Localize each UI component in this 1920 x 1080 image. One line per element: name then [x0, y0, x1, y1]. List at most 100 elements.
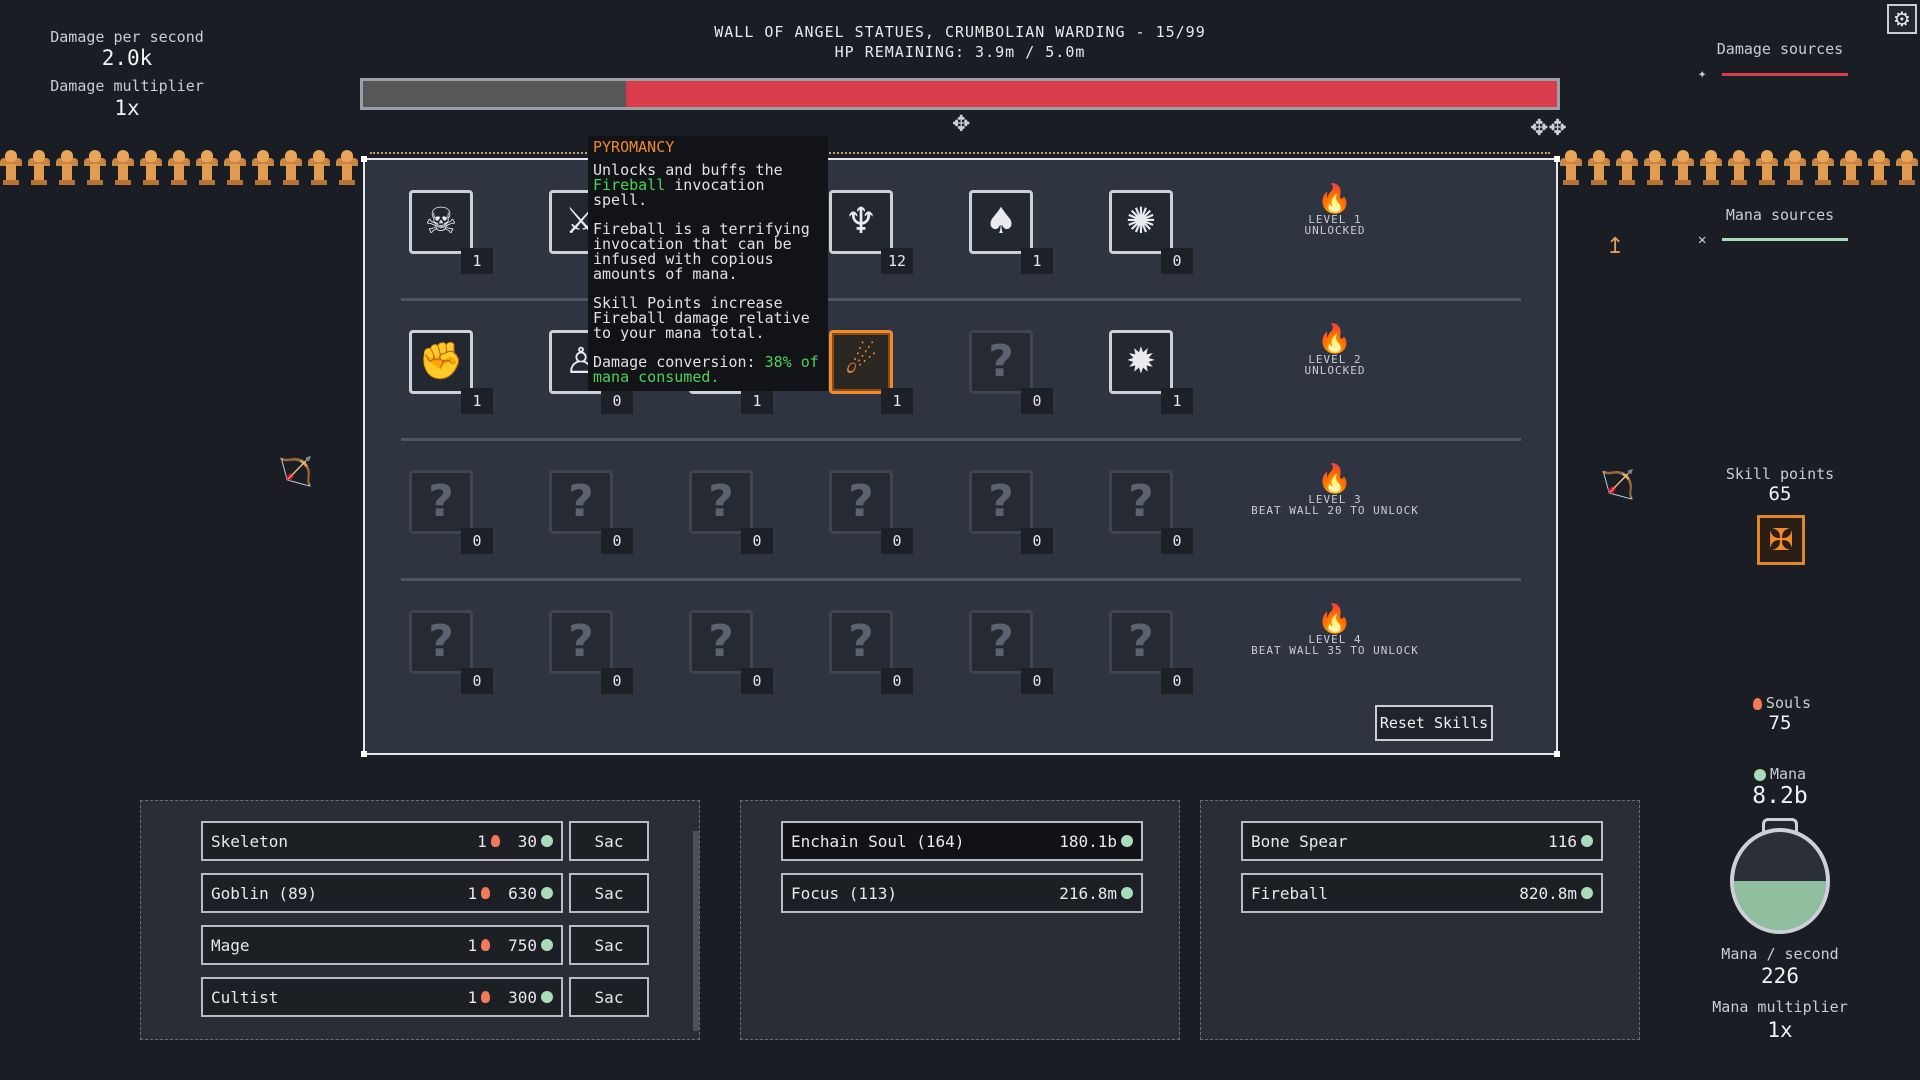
burst-icon: ✹: [1125, 341, 1157, 382]
skill-slot[interactable]: ?: [409, 610, 473, 674]
arrow-icon: ↥: [1606, 234, 1625, 259]
mana-multiplier-value: 1x: [1767, 1018, 1793, 1042]
mana-icon: [1581, 835, 1593, 847]
locked-skill-icon: ?: [568, 476, 594, 527]
ritual-name: Enchain Soul (164): [791, 831, 965, 851]
mana-icon: [1121, 887, 1133, 899]
spell-cost: 820.8m: [1519, 883, 1577, 903]
level-info: 🔥 LEVEL 4 BEAT WALL 35 TO UNLOCK: [1235, 604, 1435, 657]
mana-source-bar: [1722, 238, 1848, 241]
minion-row[interactable]: Mage 1 750: [201, 925, 563, 965]
skill-count: 0: [1021, 528, 1053, 554]
ritual-name: Focus (113): [791, 883, 897, 903]
skill-slot[interactable]: ?: [829, 470, 893, 534]
angel-statue-icon: [1896, 150, 1918, 186]
skill-slot[interactable]: ?: [549, 610, 613, 674]
minion-row[interactable]: Goblin (89) 1 630: [201, 873, 563, 913]
level-info: 🔥 LEVEL 3 BEAT WALL 20 TO UNLOCK: [1235, 464, 1435, 517]
skill-points-value: 65: [1768, 483, 1792, 505]
skill-slot[interactable]: ?: [409, 470, 473, 534]
skill-slot[interactable]: ?: [1109, 470, 1173, 534]
skill-slot[interactable]: ♆: [829, 190, 893, 254]
skill-count: 0: [881, 528, 913, 554]
skill-slot[interactable]: ?: [969, 330, 1033, 394]
skill-slot[interactable]: ♠: [969, 190, 1033, 254]
angel-statue-icon: [1868, 150, 1890, 186]
minion-row[interactable]: Cultist 1 300: [201, 977, 563, 1017]
locked-skill-icon: ?: [988, 476, 1014, 527]
skill-count: 0: [601, 388, 633, 414]
skull-icon: ☠: [424, 201, 458, 242]
angel-statue-icon: [1784, 150, 1806, 186]
sacrifice-button[interactable]: Sac: [569, 821, 649, 861]
skill-slot[interactable]: ☠: [409, 190, 473, 254]
skill-slot[interactable]: ✊: [409, 330, 473, 394]
damage-source-bar: [1722, 73, 1848, 76]
soul-icon: [481, 991, 491, 1003]
minion-name: Cultist: [211, 987, 279, 1007]
dps-value: 2.0k: [101, 46, 153, 70]
skill-slot[interactable]: ?: [549, 470, 613, 534]
fist-icon: ✊: [418, 341, 464, 382]
angel-statue-icon: [1616, 150, 1638, 186]
locked-skill-icon: ?: [568, 616, 594, 667]
tooltip-description: Fireball is a terrifying invocation that…: [593, 220, 810, 283]
soul-icon: [481, 887, 491, 899]
skill-slot[interactable]: ?: [829, 610, 893, 674]
angel-statue-icon: [1700, 150, 1722, 186]
minions-scrollbar[interactable]: [693, 831, 699, 1031]
spell-cost: 116: [1548, 831, 1577, 851]
angel-statue-icon: [1588, 150, 1610, 186]
minion-mana-cost: 750: [508, 935, 537, 955]
skill-slot[interactable]: ✺: [1109, 190, 1173, 254]
skill-count: 12: [881, 248, 913, 274]
sun-icon: ✺: [1125, 201, 1157, 242]
settings-button[interactable]: ⚙: [1887, 4, 1917, 34]
sacrifice-button[interactable]: Sac: [569, 977, 649, 1017]
spell-row[interactable]: Bone Spear 116: [1241, 821, 1603, 861]
locked-skill-icon: ?: [428, 616, 454, 667]
ritual-cost: 180.1b: [1059, 831, 1117, 851]
skill-slot[interactable]: ☄: [829, 330, 893, 394]
ritual-row[interactable]: Focus (113) 216.8m: [781, 873, 1143, 913]
reset-skills-button[interactable]: Reset Skills: [1375, 705, 1493, 741]
ritual-row[interactable]: Enchain Soul (164) 180.1b: [781, 821, 1143, 861]
gear-icon: ⚙: [1893, 7, 1911, 31]
skill-points-label: Skill points: [1725, 465, 1835, 483]
angel-statues-right: [1560, 150, 1920, 190]
minion-mana-cost: 30: [517, 831, 537, 851]
minion-name: Skeleton: [211, 831, 289, 851]
angel-statue-icon: [336, 150, 358, 186]
skill-slot[interactable]: ?: [969, 470, 1033, 534]
spell-row[interactable]: Fireball 820.8m: [1241, 873, 1603, 913]
angel-statue-icon: [1840, 150, 1862, 186]
skill-slot[interactable]: ✹: [1109, 330, 1173, 394]
skill-row-divider: [401, 578, 1521, 581]
tooltip-skill-points-note: Skill Points increase Fireball damage re…: [593, 294, 810, 342]
mana-icon: [541, 887, 553, 899]
spell-name: Fireball: [1251, 883, 1329, 903]
tooltip-conversion: Damage conversion: 38% of mana consumed.: [593, 353, 819, 386]
skill-count: 0: [1161, 528, 1193, 554]
skill-count: 0: [1161, 668, 1193, 694]
skill-row-divider: [401, 438, 1521, 441]
locked-skill-icon: ?: [848, 476, 874, 527]
skill-point-icon[interactable]: ✠: [1757, 515, 1805, 565]
minion-row[interactable]: Skeleton 1 30: [201, 821, 563, 861]
minion-soul-cost: 1: [467, 935, 478, 955]
level-status: UNLOCKED: [1304, 224, 1366, 237]
wall-marker-icon: ✥: [952, 112, 971, 137]
level-info: 🔥 LEVEL 2 UNLOCKED: [1235, 324, 1435, 377]
skill-slot[interactable]: ?: [689, 610, 753, 674]
sacrifice-button[interactable]: Sac: [569, 925, 649, 965]
minion-mana-cost: 630: [508, 883, 537, 903]
locked-skill-icon: ?: [988, 336, 1014, 387]
minion-soul-cost: 1: [467, 883, 478, 903]
skill-slot[interactable]: ?: [969, 610, 1033, 674]
angel-statue-icon: [252, 150, 274, 186]
skill-slot[interactable]: ?: [1109, 610, 1173, 674]
locked-skill-icon: ?: [708, 616, 734, 667]
locked-skill-icon: ?: [708, 476, 734, 527]
skill-slot[interactable]: ?: [689, 470, 753, 534]
sacrifice-button[interactable]: Sac: [569, 873, 649, 913]
